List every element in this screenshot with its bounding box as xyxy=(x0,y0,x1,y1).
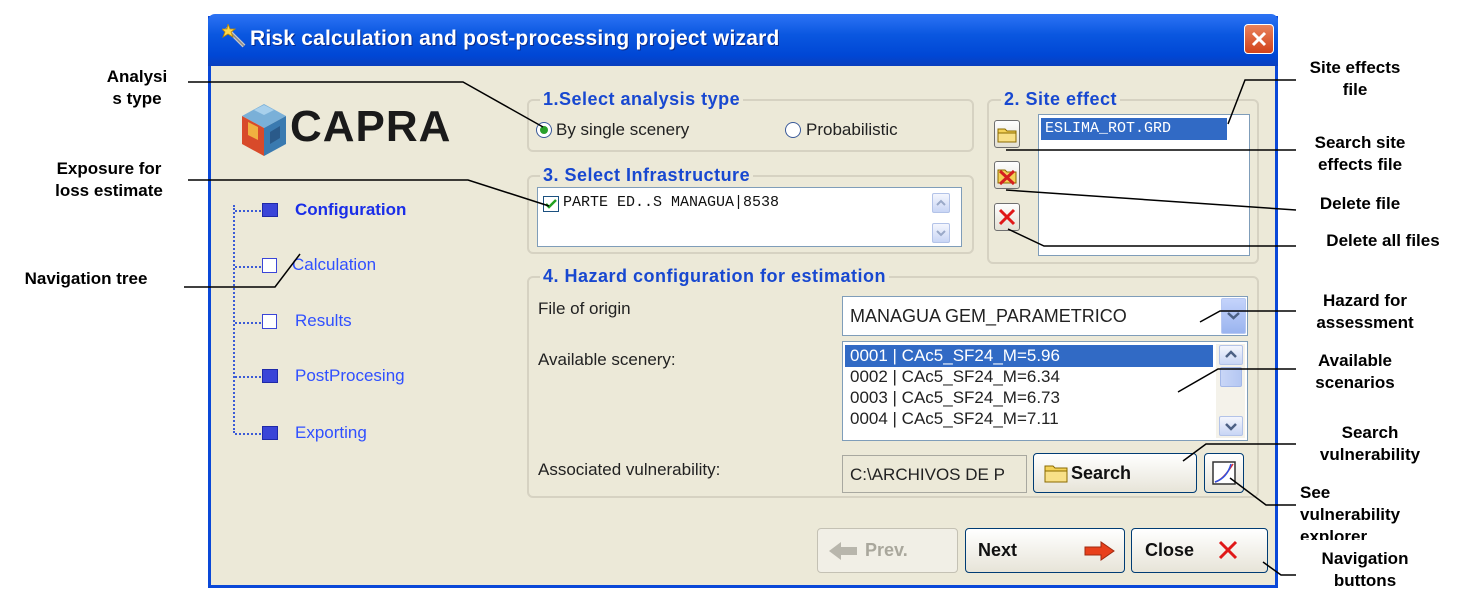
annotation-hazard: Hazard for assessment xyxy=(1316,291,1414,332)
leader-search-vuln xyxy=(1182,443,1296,462)
annotation-delete-file: Delete file xyxy=(1319,194,1401,213)
annotation-see-vuln: See vulnerability explorer xyxy=(1300,483,1401,540)
annotation-exposure: Exposure for loss estimate xyxy=(55,159,163,200)
leader-nav-tree xyxy=(184,253,301,288)
annotation-nav-buttons: Navigation buttons xyxy=(1321,549,1409,590)
leader-site-effects-file xyxy=(1227,79,1296,125)
annotation-scenarios: Available scenarios xyxy=(1315,351,1395,392)
leader-delete-file xyxy=(1005,189,1297,211)
annotation-search-vuln: Search vulnerability xyxy=(1319,423,1421,464)
annotation-analysis-type: Analysi s type xyxy=(106,67,168,108)
annotation-search-site: Search site effects file xyxy=(1314,133,1406,174)
leader-analysis-type xyxy=(188,81,544,128)
leader-delete-all xyxy=(1007,228,1296,247)
leader-hazard xyxy=(1199,310,1296,323)
leader-exposure xyxy=(188,179,550,207)
leader-nav-buttons xyxy=(1262,561,1296,576)
annotation-delete-all: Delete all files xyxy=(1326,231,1440,250)
annotation-lines xyxy=(184,79,1297,576)
leader-see-vuln xyxy=(1229,477,1296,506)
leader-scenarios xyxy=(1177,368,1296,393)
annotation-site-effects-file: Site effects file xyxy=(1309,58,1401,99)
annotation-nav-tree: Navigation tree xyxy=(24,269,148,288)
